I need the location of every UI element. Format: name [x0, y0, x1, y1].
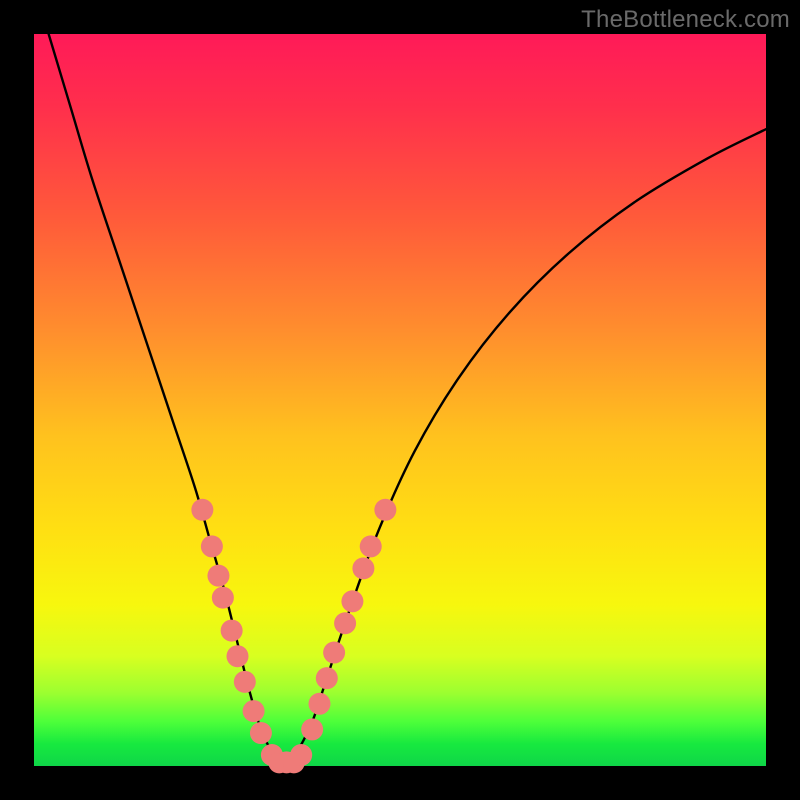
curve-markers: [191, 499, 396, 774]
curve-marker: [360, 535, 382, 557]
curve-marker: [212, 587, 234, 609]
curve-marker: [334, 612, 356, 634]
curve-marker: [250, 722, 272, 744]
curve-layer: [34, 34, 766, 766]
curve-marker: [201, 535, 223, 557]
curve-marker: [243, 700, 265, 722]
curve-marker: [207, 565, 229, 587]
curve-marker: [316, 667, 338, 689]
curve-marker: [290, 744, 312, 766]
curve-marker: [308, 693, 330, 715]
watermark-text: TheBottleneck.com: [581, 6, 790, 34]
curve-marker: [374, 499, 396, 521]
curve-marker: [191, 499, 213, 521]
curve-marker: [301, 718, 323, 740]
curve-marker: [341, 590, 363, 612]
curve-marker: [221, 620, 243, 642]
bottleneck-curve: [49, 34, 766, 764]
curve-marker: [234, 671, 256, 693]
plot-area: [34, 34, 766, 766]
curve-marker: [352, 557, 374, 579]
chart-stage: TheBottleneck.com: [0, 0, 800, 800]
curve-marker: [227, 645, 249, 667]
curve-marker: [323, 642, 345, 664]
